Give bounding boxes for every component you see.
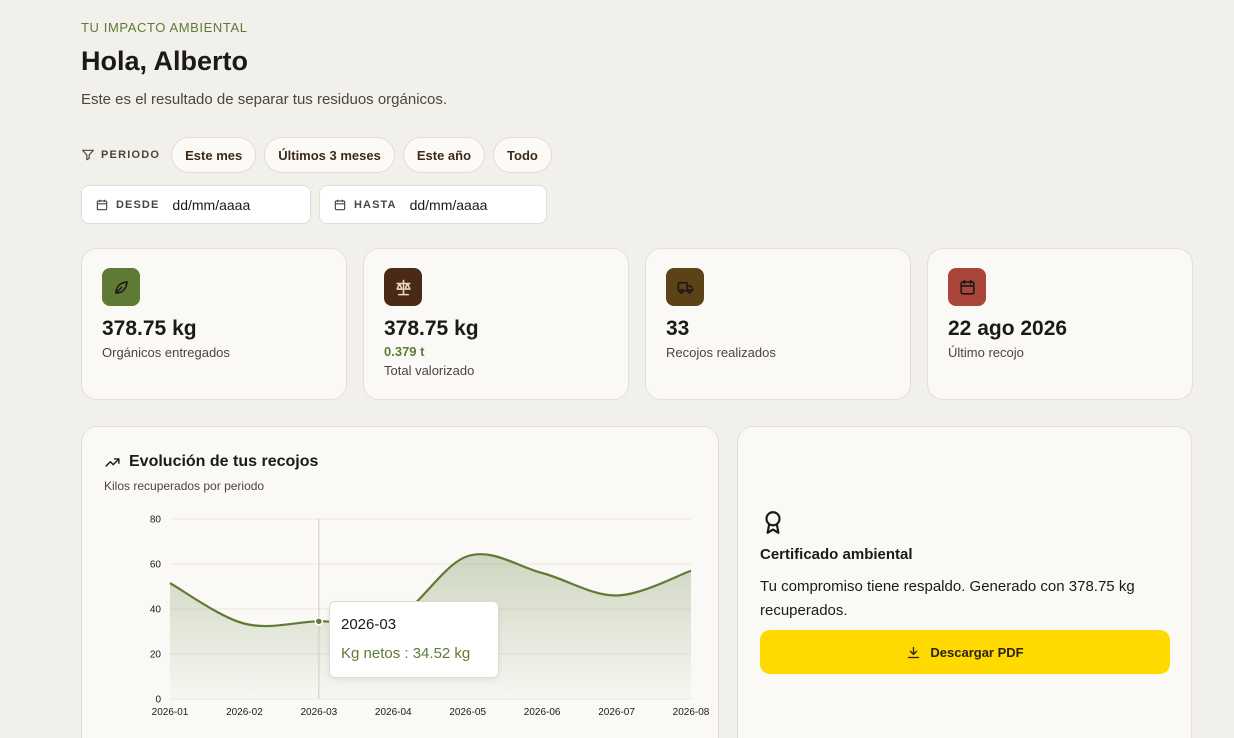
stat-card-valorizado: 378.75 kg 0.379 t Total valorizado xyxy=(363,248,629,400)
tooltip-label: 2026-03 xyxy=(341,616,397,633)
calendar-icon xyxy=(96,199,108,210)
chart-header: Evolución de tus recojos xyxy=(104,453,318,471)
chart-card: 0 20 40 60 80 2026-01 2026-02 2026-03 2026-04 202… xyxy=(81,426,719,738)
trending-up-icon xyxy=(105,457,120,467)
period-label: PERIODO xyxy=(81,148,160,162)
stat-value: 33 xyxy=(666,317,690,340)
chart-title: Evolución de tus recojos xyxy=(129,453,319,470)
chart-subtitle: Kilos recuperados por periodo xyxy=(104,479,265,493)
download-pdf-label: Descargar PDF xyxy=(930,644,1024,660)
y-tick-label: 80 xyxy=(150,515,162,526)
certificate-card: Certificado ambiental Tu compromiso tien… xyxy=(737,426,1192,738)
date-to-label: HASTA xyxy=(354,198,397,211)
stat-value: 22 ago 2026 xyxy=(948,317,1068,340)
award-icon xyxy=(765,511,781,534)
chart-tooltip: 2026-03 Kg netos : 34.52 kg xyxy=(329,601,499,678)
date-to-input[interactable] xyxy=(409,196,530,213)
certificate-text: Tu compromiso tiene respaldo. Generado c… xyxy=(760,578,1135,619)
stat-value: 378.75 kg xyxy=(384,317,479,340)
leaf-icon xyxy=(114,280,128,294)
y-tick-label: 0 xyxy=(155,695,161,706)
stat-label: Orgánicos entregados xyxy=(102,345,230,360)
chip-este-mes[interactable]: Este mes xyxy=(171,137,257,173)
chip-este-ano[interactable]: Este año xyxy=(402,137,486,173)
y-tick-label: 60 xyxy=(150,560,162,571)
download-pdf-button[interactable]: Descargar PDF xyxy=(760,630,1170,674)
date-to-field[interactable]: HASTA xyxy=(319,185,547,224)
truck-icon xyxy=(677,281,693,294)
evolution-chart[interactable]: 0 20 40 60 80 2026-01 2026-02 2026-03 2026-04 202… xyxy=(82,427,720,738)
scale-icon xyxy=(395,279,411,295)
chip-todo[interactable]: Todo xyxy=(493,137,552,173)
x-tick-label: 2026-08 xyxy=(673,707,710,718)
page-eyebrow: TU IMPACTO AMBIENTAL xyxy=(81,20,248,35)
highlight-point xyxy=(314,617,324,626)
y-tick-label: 20 xyxy=(150,650,162,661)
stat-label: Recojos realizados xyxy=(666,345,776,360)
date-from-field[interactable]: DESDE xyxy=(81,185,311,224)
x-tick-label: 2026-03 xyxy=(301,707,338,718)
stat-label: Total valorizado xyxy=(384,363,475,378)
stat-icon-box xyxy=(948,268,986,306)
chip-ultimos-3-meses[interactable]: Últimos 3 meses xyxy=(264,137,395,173)
stat-label: Último recojo xyxy=(948,345,1024,360)
stat-icon-box xyxy=(666,268,704,306)
stat-icon-box xyxy=(384,268,422,306)
stat-sub-value: 0.379 t xyxy=(384,344,425,359)
x-tick-label: 2026-06 xyxy=(524,707,561,718)
x-tick-label: 2026-05 xyxy=(449,707,486,718)
stat-value: 378.75 kg xyxy=(102,317,197,340)
stat-icon-box xyxy=(102,268,140,306)
stat-card-recojos: 33 Recojos realizados xyxy=(645,248,911,400)
tooltip-value: Kg netos : 34.52 kg xyxy=(341,645,471,662)
certificate-title: Certificado ambiental xyxy=(760,546,913,563)
page-title: Hola, Alberto xyxy=(81,46,249,76)
date-from-label: DESDE xyxy=(116,198,160,211)
calendar-icon xyxy=(959,279,975,295)
stat-card-ultimo-recojo: 22 ago 2026 Último recojo xyxy=(927,248,1193,400)
period-filters: PERIODO Este mes Últimos 3 meses Este añ… xyxy=(81,137,552,173)
y-tick-label: 40 xyxy=(150,605,162,616)
x-tick-label: 2026-01 xyxy=(152,707,189,718)
calendar-icon xyxy=(334,199,346,210)
x-tick-label: 2026-02 xyxy=(226,707,263,718)
stat-card-organicos: 378.75 kg Orgánicos entregados xyxy=(81,248,347,400)
date-from-input[interactable] xyxy=(172,196,293,213)
x-tick-label: 2026-04 xyxy=(375,707,412,718)
download-icon xyxy=(908,646,920,658)
period-label-text: PERIODO xyxy=(101,149,161,161)
x-tick-label: 2026-07 xyxy=(598,707,635,718)
filter-icon xyxy=(82,149,94,161)
page-subtitle: Este es el resultado de separar tus resi… xyxy=(81,91,448,108)
